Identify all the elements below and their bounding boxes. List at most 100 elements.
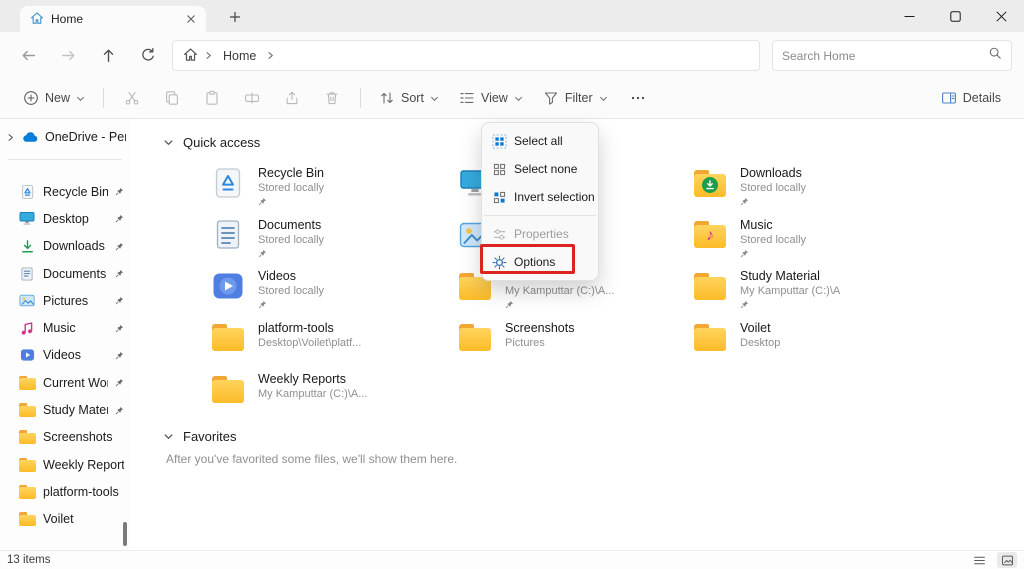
pin-icon bbox=[258, 196, 324, 207]
sidebar-item-recycle-bin[interactable]: Recycle Bin bbox=[0, 178, 130, 205]
desktop-icon bbox=[18, 211, 36, 226]
favorites-empty-text: After you've favorited some files, we'll… bbox=[166, 452, 457, 466]
tile-platform-tools[interactable]: platform-tools Desktop\Voilet\platf... bbox=[210, 318, 457, 370]
documents-icon bbox=[18, 266, 36, 282]
folder-icon bbox=[18, 485, 36, 499]
paste-button[interactable] bbox=[193, 82, 231, 114]
back-button[interactable] bbox=[10, 38, 46, 72]
forward-button[interactable] bbox=[50, 38, 86, 72]
sidebar-scrollbar[interactable] bbox=[123, 522, 127, 546]
details-view-toggle-icon[interactable] bbox=[969, 552, 989, 568]
sidebar-item-label: Current Worl bbox=[43, 376, 108, 390]
sidebar-item-videos[interactable]: Videos bbox=[0, 342, 130, 369]
folder-icon bbox=[692, 320, 728, 356]
status-bar: 13 items bbox=[0, 550, 1024, 569]
videos-icon bbox=[210, 268, 246, 304]
tile-subtitle: Stored locally bbox=[258, 284, 324, 298]
menu-item-select-none[interactable]: Select none bbox=[482, 155, 598, 183]
home-icon[interactable] bbox=[183, 47, 198, 65]
copy-button[interactable] bbox=[153, 82, 191, 114]
tile-subtitle: My Kamputtar (C:)\A... bbox=[258, 387, 367, 401]
sidebar-item-voilet[interactable]: Voilet bbox=[0, 506, 130, 533]
sidebar-item-weekly-reports[interactable]: Weekly Reports bbox=[0, 451, 130, 478]
tab-home[interactable]: Home bbox=[20, 6, 206, 32]
share-button[interactable] bbox=[273, 82, 311, 114]
favorites-header[interactable]: Favorites bbox=[163, 429, 236, 444]
quick-access-label: Quick access bbox=[183, 135, 260, 150]
menu-item-label: Properties bbox=[514, 227, 569, 241]
sidebar-item-label: Videos bbox=[43, 348, 108, 362]
tile-videos[interactable]: Videos Stored locally bbox=[210, 266, 457, 318]
sidebar-pinned-list: Recycle Bin Desktop Downloads bbox=[0, 168, 130, 533]
tile-subtitle: Desktop\Voilet\platf... bbox=[258, 336, 361, 350]
tile-voilet[interactable]: Voilet Desktop bbox=[692, 318, 942, 370]
select-all-icon bbox=[491, 134, 507, 149]
new-button[interactable]: New bbox=[14, 82, 94, 114]
sidebar-item-onedrive[interactable]: OneDrive - Pers bbox=[0, 123, 130, 151]
chevron-expand-icon bbox=[6, 133, 15, 142]
pictures-icon bbox=[18, 294, 36, 307]
details-button[interactable]: Details bbox=[932, 82, 1010, 114]
sidebar-item-platform-tools[interactable]: platform-tools bbox=[0, 478, 130, 505]
chevron-down-icon[interactable] bbox=[163, 137, 174, 148]
see-more-button[interactable] bbox=[619, 82, 657, 114]
grid-spacer bbox=[457, 369, 692, 421]
view-label: View bbox=[481, 91, 508, 105]
menu-item-select-all[interactable]: Select all bbox=[482, 127, 598, 155]
search-input[interactable] bbox=[782, 49, 982, 63]
cut-button[interactable] bbox=[113, 82, 151, 114]
search-icon[interactable] bbox=[988, 46, 1002, 65]
pin-icon bbox=[740, 248, 806, 259]
tile-subtitle: My Kamputtar (C:)\A... bbox=[505, 284, 614, 298]
up-button[interactable] bbox=[90, 38, 126, 72]
pin-icon bbox=[505, 299, 614, 310]
sidebar-item-label: Documents bbox=[43, 267, 108, 281]
menu-item-options[interactable]: Options bbox=[482, 248, 598, 276]
tile-weekly-reports[interactable]: Weekly Reports My Kamputtar (C:)\A... bbox=[210, 369, 457, 421]
maximize-button[interactable] bbox=[932, 0, 978, 32]
sidebar-item-downloads[interactable]: Downloads bbox=[0, 233, 130, 260]
recycle-bin-icon bbox=[18, 184, 36, 200]
tile-study-material[interactable]: Study Material My Kamputtar (C:)\A bbox=[692, 266, 942, 318]
sidebar-item-music[interactable]: Music bbox=[0, 314, 130, 341]
menu-item-invert-selection[interactable]: Invert selection bbox=[482, 183, 598, 211]
close-button[interactable] bbox=[978, 0, 1024, 32]
navigation-pane: OneDrive - Pers Recycle Bin Desktop bbox=[0, 119, 130, 550]
tile-downloads[interactable]: Downloads Stored locally bbox=[692, 163, 942, 215]
sidebar-item-screenshots[interactable]: Screenshots bbox=[0, 424, 130, 451]
tile-music[interactable]: ♪ Music Stored locally bbox=[692, 215, 942, 267]
minimize-button[interactable] bbox=[886, 0, 932, 32]
thumbnail-view-toggle-icon[interactable] bbox=[997, 552, 1017, 568]
sidebar-item-study-material[interactable]: Study Materi bbox=[0, 396, 130, 423]
tab-close-icon[interactable] bbox=[182, 10, 200, 28]
refresh-button[interactable] bbox=[130, 38, 166, 72]
options-gear-icon bbox=[491, 255, 507, 270]
sidebar-item-current-work[interactable]: Current Worl bbox=[0, 369, 130, 396]
tile-recycle-bin[interactable]: Recycle Bin Stored locally bbox=[210, 163, 457, 215]
tile-documents[interactable]: Documents Stored locally bbox=[210, 215, 457, 267]
sidebar-item-label: Voilet bbox=[43, 512, 124, 526]
rename-button[interactable] bbox=[233, 82, 271, 114]
chevron-down-icon[interactable] bbox=[163, 431, 174, 442]
pin-icon bbox=[115, 406, 124, 415]
sidebar-item-label: Pictures bbox=[43, 294, 108, 308]
pin-icon bbox=[740, 196, 806, 207]
breadcrumb-home[interactable]: Home bbox=[219, 47, 260, 65]
favorites-label: Favorites bbox=[183, 429, 236, 444]
menu-item-label: Select none bbox=[514, 162, 577, 176]
sidebar-item-pictures[interactable]: Pictures bbox=[0, 287, 130, 314]
tile-name: Study Material bbox=[740, 268, 840, 284]
view-button[interactable]: View bbox=[450, 82, 532, 114]
sidebar-item-documents[interactable]: Documents bbox=[0, 260, 130, 287]
tile-screenshots[interactable]: Screenshots Pictures bbox=[457, 318, 692, 370]
new-tab-button[interactable] bbox=[224, 7, 246, 27]
sidebar-item-desktop[interactable]: Desktop bbox=[0, 205, 130, 232]
filter-button[interactable]: Filter bbox=[534, 82, 617, 114]
quick-access-header[interactable]: Quick access bbox=[163, 135, 260, 150]
toolbar-separator bbox=[360, 88, 361, 108]
delete-button[interactable] bbox=[313, 82, 351, 114]
breadcrumb[interactable]: Home bbox=[172, 40, 760, 71]
downloads-icon bbox=[18, 239, 36, 254]
tile-name: Recycle Bin bbox=[258, 165, 324, 181]
sort-button[interactable]: Sort bbox=[370, 82, 448, 114]
